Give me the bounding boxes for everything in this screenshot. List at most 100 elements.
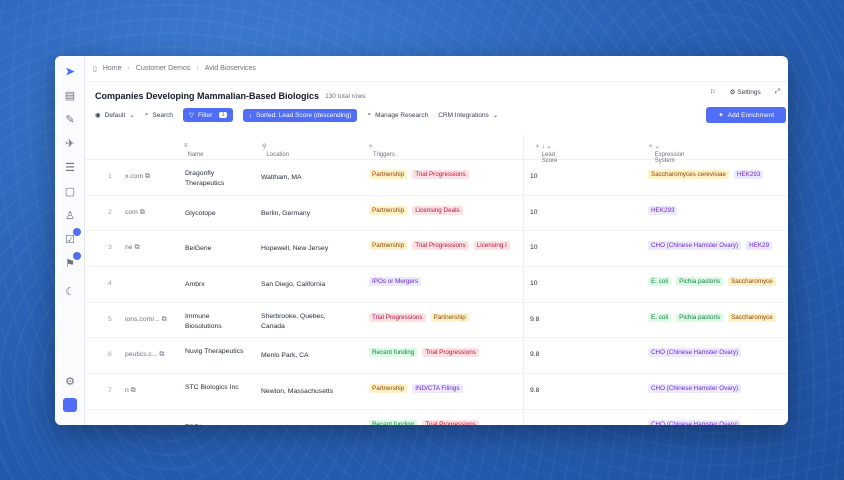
row-count: 130 total rows: [325, 92, 366, 100]
expression-tag: CHO (Chinese Hamster Ovary): [648, 384, 742, 394]
manage-research-button[interactable]: ⌕ Manage Research: [367, 111, 428, 119]
company-name: Nuvig Therapeutics: [185, 348, 244, 356]
row-number: 6: [108, 351, 112, 359]
trigger-tag: Partnership: [369, 205, 408, 215]
expression-cell: CHO (Chinese Hamster Ovary): [648, 384, 788, 394]
location: Berlin, Germany: [261, 209, 311, 217]
bookmark-icon[interactable]: ⚑: [63, 252, 81, 270]
table-row[interactable]: 6 peutics.c... ⧉ Nuvig Therapeutics Menlo P…: [85, 339, 788, 375]
table-row[interactable]: 7 n ⧉ STC Biologics Inc Newton, Massachuset…: [85, 374, 788, 410]
website-link[interactable]: ne ⧉: [125, 244, 139, 252]
avatar[interactable]: [63, 398, 77, 412]
manage-label: Manage Research: [375, 111, 429, 119]
company-name: STC Biologics Inc: [185, 384, 239, 392]
expand-icon[interactable]: ⤢: [775, 88, 780, 96]
left-rail: ➤ ▤ ✎ ✈ ☰ ▢ ♙ ☑ ⚑ ☾ ⚙: [55, 56, 85, 425]
bookmark-button-icon[interactable]: ⚐: [710, 88, 716, 96]
website-url: ions.com/...: [125, 315, 160, 323]
search-icon: ⌕: [367, 111, 372, 118]
pencil-icon[interactable]: ✎: [63, 112, 77, 126]
trigger-tag: Licensing Deals: [412, 205, 463, 215]
lead-score: 10: [530, 208, 538, 216]
col-expression-header[interactable]: ✧ Expression System ⌄: [648, 143, 684, 164]
website-url: x.com: [125, 172, 144, 180]
table-row[interactable]: 5 ions.com/... ⧉ Immune Biosolutions Sherbr…: [85, 303, 788, 339]
external-link-icon: ⧉: [143, 172, 150, 180]
website-link[interactable]: com ⧉: [125, 209, 145, 217]
col-location-header[interactable]: ⚲ Location: [262, 143, 289, 158]
website-link[interactable]: peutics.c... ⧉: [125, 351, 164, 359]
website-url: ne: [125, 244, 133, 252]
trigger-tag: IPOs or Mergers: [369, 276, 422, 286]
triggers-cell: Recent funding Trial Progressions: [369, 348, 521, 358]
settings-button[interactable]: ⚙ Settings: [730, 88, 761, 96]
table-row[interactable]: 4 Ambrx San Diego, California IPOs or Merge…: [85, 267, 788, 303]
breadcrumb: ▯ Home › Customer Demos › Avid Bioservic…: [85, 56, 788, 82]
website-link[interactable]: n ⧉: [125, 387, 136, 395]
filter-button[interactable]: ▽ Filter 1: [182, 108, 233, 122]
table-row[interactable]: 1 x.com ⧉ Dragonfly Therapeutics Waltham, M…: [85, 160, 788, 196]
expression-cell: HEK293: [648, 205, 788, 215]
trigger-tag: Recent funding: [369, 348, 418, 358]
lead-score: 9.8: [530, 387, 540, 395]
trigger-tag: Recent funding: [369, 419, 418, 425]
moon-icon[interactable]: ☾: [63, 284, 77, 298]
trigger-tag: Partnership: [369, 384, 408, 394]
sidebar-toggle-icon[interactable]: ▯: [93, 65, 97, 73]
add-enrichment-button[interactable]: ✦ Add Enrichment: [706, 107, 786, 123]
sort-label: Sorted: Lead Score (descending): [256, 111, 352, 119]
trigger-tag: Trial Progressions: [422, 348, 479, 358]
add-enrichment-label: Add Enrichment: [727, 111, 774, 119]
expression-cell: E. coli Pichia pastoris Saccharomyce: [648, 312, 788, 322]
col-triggers-header[interactable]: ✧ Triggers: [368, 143, 395, 158]
company-name: Ambrx: [185, 280, 205, 288]
settings-icon[interactable]: ⚙: [63, 374, 77, 388]
breadcrumb-separator: ›: [127, 65, 130, 72]
triggers-cell: IPOs or Mergers: [369, 276, 521, 286]
website-link[interactable]: x.com ⧉: [125, 173, 150, 181]
database-icon[interactable]: ☰: [63, 160, 77, 174]
expression-cell: CHO (Chinese Hamster Ovary): [648, 348, 788, 358]
rocket-icon[interactable]: ✈: [63, 136, 77, 150]
crm-integrations-dropdown[interactable]: CRM Integrations ⌄: [438, 111, 498, 120]
expression-tag: Pichia pastoris: [676, 312, 724, 322]
expression-tag: HEK293: [648, 205, 678, 215]
eye-icon: ◉: [95, 112, 101, 119]
external-link-icon: ⧉: [157, 351, 165, 359]
table-row[interactable]: 2 com ⧉ Glycotope Berlin, Germany Partnershi…: [85, 196, 788, 232]
sort-button[interactable]: ↓ Sorted: Lead Score (descending): [242, 108, 358, 122]
col-name-header[interactable]: ≡ Name: [184, 143, 204, 158]
breadcrumb-home[interactable]: Home: [103, 65, 122, 72]
trigger-tag: Partnership: [369, 169, 408, 179]
settings-label: Settings: [737, 89, 761, 96]
table-row[interactable]: 3 ne ⧉ BeiGene Hopewell, New Jersey Partners…: [85, 231, 788, 268]
row-number: 7: [108, 387, 112, 395]
archive-icon[interactable]: ▤: [63, 88, 77, 102]
row-number: 4: [108, 279, 112, 287]
view-dropdown[interactable]: ◉ Default ⌄: [95, 111, 135, 120]
expression-cell: CHO (Chinese Hamster Ovary) HEK29: [648, 241, 788, 251]
triggers-cell: Recent funding Trial Progressions: [369, 419, 521, 425]
users-icon[interactable]: ♙: [63, 208, 77, 222]
expression-cell: E. coli Pichia pastoris Saccharomyce: [648, 276, 788, 286]
col-lead-score-header[interactable]: ✧ Lead Score ↓ ⌄: [535, 143, 557, 164]
breadcrumb-customer-demos[interactable]: Customer Demos: [136, 65, 190, 72]
website-link[interactable]: ions.com/... ⧉: [125, 316, 167, 324]
lead-score: 9.8: [530, 351, 540, 359]
row-number: 3: [108, 244, 112, 252]
expression-tag: HEK293: [733, 169, 764, 179]
table-row[interactable]: TORL Recent funding Trial Progressions CHO …: [85, 410, 788, 425]
search-icon: ⌕: [144, 111, 149, 118]
search-button[interactable]: ⌕ Search: [145, 111, 173, 119]
location: Newton, Massachusetts: [261, 388, 334, 396]
trigger-tag: Partnership: [369, 241, 408, 251]
triggers-cell: Partnership IND/CTA Filings: [369, 384, 521, 394]
checklist-icon[interactable]: ☑: [63, 228, 81, 246]
expression-tag: E. coli: [648, 312, 672, 322]
sparkle-icon: ✦: [718, 112, 724, 119]
col-label: Location: [266, 152, 290, 158]
external-link-icon: ⧉: [128, 387, 136, 395]
logo-icon[interactable]: ➤: [63, 64, 77, 78]
row-number: 5: [108, 315, 112, 323]
document-icon[interactable]: ▢: [63, 184, 77, 198]
